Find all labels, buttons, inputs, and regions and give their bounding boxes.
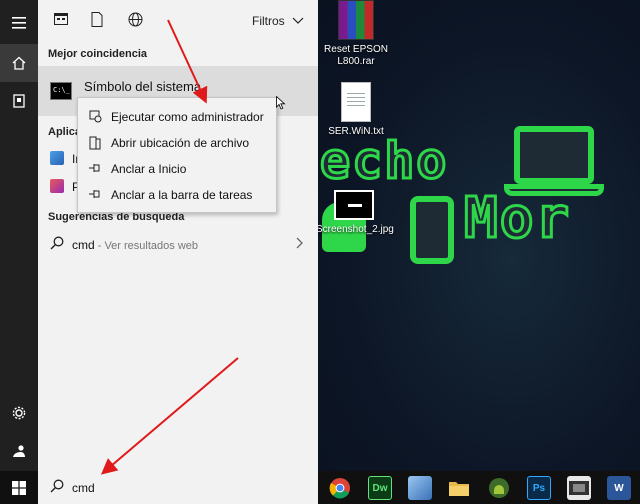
wallpaper-brand-line1: echo	[318, 131, 449, 192]
winrar-icon	[338, 0, 374, 40]
windows-logo-icon	[12, 480, 26, 495]
windows-start-button[interactable]	[0, 471, 38, 504]
chevron-right-icon	[296, 236, 304, 252]
pin-icon	[88, 188, 102, 202]
taskbar-search-box[interactable]: cmd	[38, 471, 318, 504]
settings-icon[interactable]	[0, 394, 38, 432]
desktop-file-label-2: L800.rar	[337, 56, 375, 67]
image-file-icon	[334, 190, 374, 220]
hamburger-icon[interactable]	[0, 4, 38, 42]
word-label: W	[614, 482, 624, 494]
app-icon	[50, 151, 64, 165]
photoshop-label: Ps	[532, 482, 546, 494]
menu-item-label: Abrir ubicación de archivo	[111, 136, 250, 150]
wallpaper-laptop-base	[504, 184, 604, 196]
web-filter-icon[interactable]	[126, 12, 144, 30]
filters-dropdown[interactable]: Filtros	[252, 14, 304, 28]
command-prompt-icon	[50, 82, 72, 100]
wallpaper-phone-icon	[410, 196, 454, 264]
app-icon	[50, 179, 64, 193]
home-icon[interactable]	[0, 44, 38, 82]
wallpaper-laptop-icon	[514, 126, 594, 184]
word-icon[interactable]: W	[607, 476, 631, 500]
mouse-cursor-icon	[276, 96, 286, 110]
search-filter-bar: Filtros	[38, 0, 318, 42]
menu-item-pin-to-taskbar[interactable]: Anclar a la barra de tareas	[78, 182, 276, 208]
pin-icon	[88, 162, 102, 176]
best-match-heading: Mejor coincidencia	[48, 48, 148, 60]
search-icon	[50, 479, 64, 496]
search-panel: Filtros Mejor coincidencia Símbolo del s…	[38, 0, 318, 471]
menu-item-pin-to-start[interactable]: Anclar a Inicio	[78, 156, 276, 182]
dreamweaver-icon[interactable]: Dw	[368, 476, 392, 500]
device-icon[interactable]	[0, 82, 38, 120]
menu-item-run-as-admin[interactable]: Ejecutar como administrador	[78, 104, 276, 130]
dreamweaver-label: Dw	[372, 482, 388, 494]
chrome-icon[interactable]	[328, 476, 352, 500]
desktop-file-label: Screenshot_2.jpg	[318, 224, 394, 235]
folder-icon[interactable]	[447, 476, 471, 500]
desktop-file-screenshot[interactable]: Screenshot_2.jpg	[318, 190, 394, 236]
desktop-file-reset-epson[interactable]: Reset EPSON L800.rar	[318, 0, 394, 68]
best-match-title: Símbolo del sistema	[84, 79, 202, 94]
documents-filter-icon[interactable]	[88, 12, 106, 30]
package-icon[interactable]	[408, 476, 432, 500]
filters-label: Filtros	[251, 14, 285, 28]
search-icon	[50, 236, 64, 253]
suggestion-hint: - Ver resultados web	[94, 240, 199, 252]
chevron-down-icon	[292, 14, 304, 28]
desktop-file-ser-win[interactable]: SER.WiN.txt	[318, 82, 394, 138]
desktop: Reset EPSON L800.rar SER.WiN.txt echo Mo…	[318, 0, 640, 471]
taskbar: cmd Dw Ps W	[0, 471, 640, 504]
text-file-icon	[341, 82, 371, 122]
apps-filter-icon[interactable]	[52, 12, 70, 30]
web-suggestion-item[interactable]: cmd - Ver resultados web	[38, 232, 318, 258]
taskbar-search-input[interactable]: cmd	[72, 481, 95, 495]
desktop-file-label: Reset EPSON	[324, 44, 388, 55]
menu-item-label: Anclar a la barra de tareas	[111, 188, 253, 202]
user-icon[interactable]	[0, 432, 38, 470]
shield-icon	[88, 110, 102, 124]
folder-icon	[88, 136, 102, 150]
suggestion-query: cmd	[72, 238, 95, 252]
apps-heading: Aplica	[48, 126, 82, 138]
android-icon[interactable]	[487, 476, 511, 500]
context-menu: Ejecutar como administrador Abrir ubicac…	[77, 97, 277, 213]
menu-item-label: Anclar a Inicio	[111, 162, 187, 176]
menu-item-label: Ejecutar como administrador	[111, 110, 264, 124]
film-icon[interactable]	[567, 476, 591, 500]
photoshop-icon[interactable]: Ps	[527, 476, 551, 500]
menu-item-open-file-location[interactable]: Abrir ubicación de archivo	[78, 130, 276, 156]
start-sidebar	[0, 0, 38, 471]
